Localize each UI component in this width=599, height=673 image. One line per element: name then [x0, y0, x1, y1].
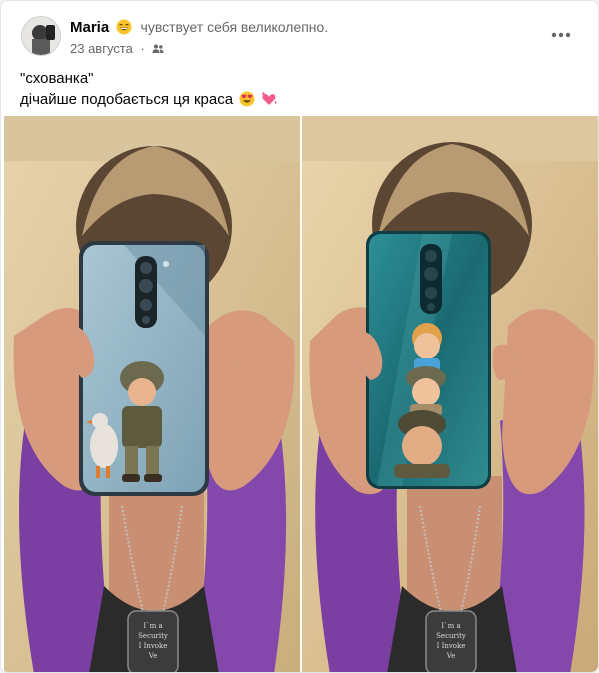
- tag-line-3: I Invoke: [139, 642, 168, 650]
- post-text: "схованка" дічайше подобається ця краса: [20, 68, 580, 110]
- meta-separator: ·: [140, 41, 145, 56]
- tag-line-2: Security: [436, 632, 466, 640]
- tag-line-2: Security: [138, 632, 168, 640]
- author-name[interactable]: Maria: [70, 19, 109, 36]
- post-meta: 23 августа ·: [70, 41, 165, 56]
- tag-line-4: Ve: [446, 652, 456, 660]
- photo-right[interactable]: I`m a Security I Invoke Ve: [302, 116, 598, 672]
- post-text-line-2: дічайше подобається ця краса: [20, 89, 580, 110]
- avatar[interactable]: [21, 16, 61, 56]
- friends-audience-icon[interactable]: [152, 43, 165, 55]
- post-text-line-2-text: дічайше подобається ця краса: [20, 91, 234, 108]
- tag-line-1: I`m a: [441, 621, 460, 630]
- post-text-line-1: "схованка": [20, 70, 94, 87]
- post-header: Maria чувствует себя великолепно. 23 авг…: [1, 1, 598, 65]
- post-card: Maria чувствует себя великолепно. 23 авг…: [0, 0, 599, 673]
- feeling-text: чувствует себя великолепно.: [140, 19, 329, 35]
- post-date[interactable]: 23 августа: [70, 41, 133, 56]
- post-title-line: Maria чувствует себя великолепно.: [70, 18, 328, 37]
- tag-line-3: I Invoke: [437, 642, 466, 650]
- photo-left[interactable]: I`m a Security I Invoke Ve: [4, 116, 300, 672]
- tag-line-1: I`m a: [143, 621, 162, 630]
- grinning-emoji-icon: [116, 19, 132, 35]
- photo-left-image: I`m a Security I Invoke Ve: [4, 116, 300, 672]
- heart-eyes-emoji-icon: [239, 91, 255, 107]
- sparkling-heart-emoji-icon: [261, 91, 278, 107]
- tag-line-4: Ve: [148, 652, 158, 660]
- avatar-image: [22, 17, 60, 55]
- more-options-button[interactable]: [543, 21, 579, 49]
- photo-grid: I`m a Security I Invoke Ve I`m a Securit…: [1, 116, 598, 672]
- more-options-icon: [551, 32, 571, 38]
- photo-right-image: I`m a Security I Invoke Ve: [302, 116, 598, 672]
